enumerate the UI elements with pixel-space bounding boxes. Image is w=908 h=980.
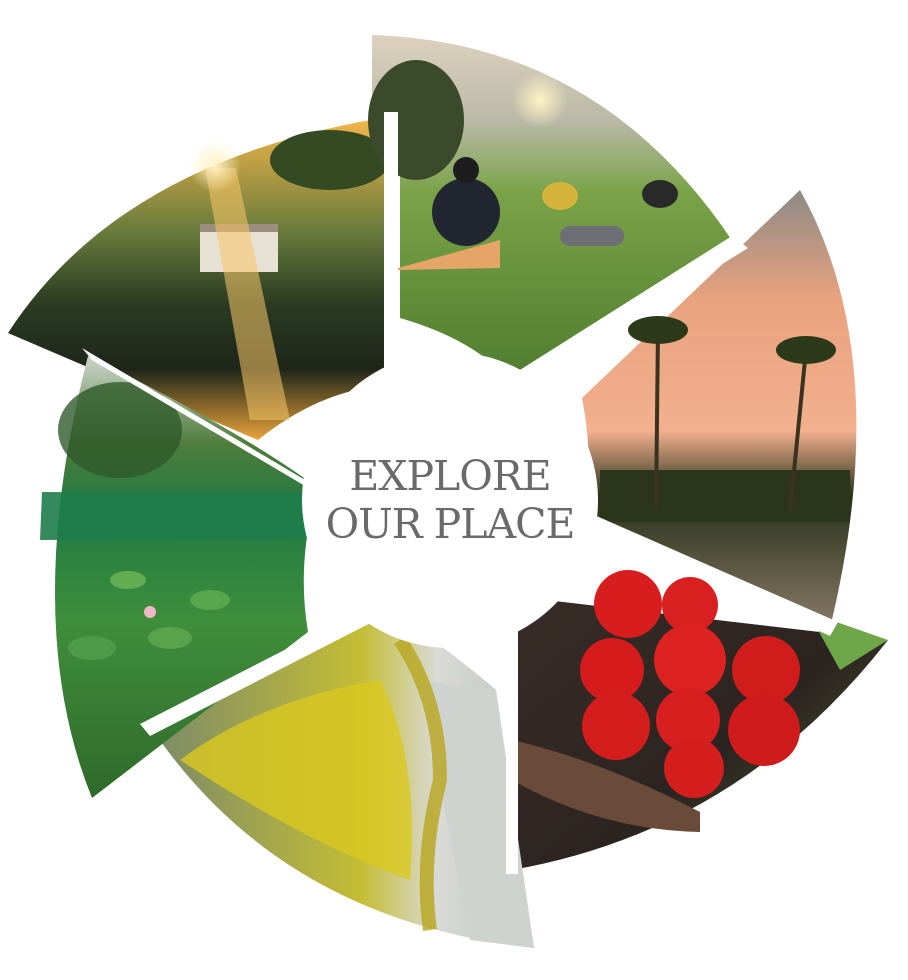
collage-stage: EXPLORE OUR PLACE — [0, 0, 908, 976]
headline-line-2: OUR PLACE — [325, 500, 576, 548]
headline-line-1: EXPLORE — [349, 452, 551, 500]
photo-sunrise-pond — [8, 117, 390, 440]
headline: EXPLORE OUR PLACE — [300, 452, 600, 548]
